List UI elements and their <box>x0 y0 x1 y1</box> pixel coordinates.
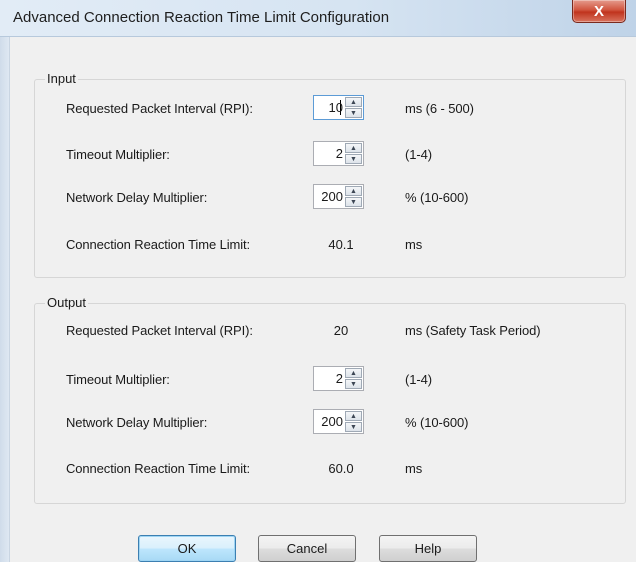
spin-up-icon[interactable]: ▲ <box>345 143 362 153</box>
output-timeout-value[interactable]: 2 <box>336 371 343 386</box>
output-rpi-label: Requested Packet Interval (RPI): <box>66 323 253 338</box>
window-frame-left <box>0 37 9 562</box>
input-crtl-label: Connection Reaction Time Limit: <box>66 237 251 252</box>
input-delay-value[interactable]: 200 <box>321 189 343 204</box>
input-crtl-value: 40.1 <box>328 237 354 252</box>
output-crtl-label: Connection Reaction Time Limit: <box>66 461 251 476</box>
output-delay-range: % (10-600) <box>405 415 469 430</box>
title-bar: Advanced Connection Reaction Time Limit … <box>0 0 636 37</box>
input-rpi-value[interactable]: 10 <box>329 100 343 115</box>
output-crtl-unit: ms <box>405 461 423 476</box>
input-rpi-unit: ms (6 - 500) <box>405 101 474 116</box>
close-button[interactable]: X <box>572 0 626 23</box>
input-delay-label: Network Delay Multiplier: <box>66 190 208 205</box>
input-timeout-spinbox[interactable]: 2 ▲ ▼ <box>313 141 364 166</box>
output-group-label: Output <box>45 295 89 310</box>
ok-button[interactable]: OK <box>138 535 236 562</box>
close-icon: X <box>593 2 604 20</box>
input-timeout-label: Timeout Multiplier: <box>66 147 170 162</box>
spin-down-icon[interactable]: ▼ <box>345 154 362 164</box>
output-rpi-unit: ms (Safety Task Period) <box>405 323 541 338</box>
output-delay-label: Network Delay Multiplier: <box>66 415 208 430</box>
spin-up-icon[interactable]: ▲ <box>345 368 362 378</box>
input-rpi-label: Requested Packet Interval (RPI): <box>66 101 253 116</box>
input-timeout-value[interactable]: 2 <box>336 146 343 161</box>
output-timeout-range: (1-4) <box>405 372 432 387</box>
spin-down-icon[interactable]: ▼ <box>345 197 362 207</box>
input-group: Input Requested Packet Interval (RPI): 1… <box>34 71 626 278</box>
input-group-label: Input <box>45 71 78 86</box>
output-timeout-spinbox[interactable]: 2 ▲ ▼ <box>313 366 364 391</box>
cancel-button[interactable]: Cancel <box>258 535 356 562</box>
input-crtl-unit: ms <box>405 237 423 252</box>
spin-up-icon[interactable]: ▲ <box>345 97 362 107</box>
output-delay-spinbox[interactable]: 200 ▲ ▼ <box>313 409 364 434</box>
spin-up-icon[interactable]: ▲ <box>345 411 362 421</box>
help-button[interactable]: Help <box>379 535 477 562</box>
spin-down-icon[interactable]: ▼ <box>345 422 362 432</box>
input-delay-range: % (10-600) <box>405 190 469 205</box>
output-crtl-value: 60.0 <box>328 461 354 476</box>
output-delay-value[interactable]: 200 <box>321 414 343 429</box>
input-rpi-spinbox[interactable]: 10 ▲ ▼ <box>313 95 364 120</box>
spin-down-icon[interactable]: ▼ <box>345 379 362 389</box>
output-group: Output Requested Packet Interval (RPI): … <box>34 295 626 504</box>
input-delay-spinbox[interactable]: 200 ▲ ▼ <box>313 184 364 209</box>
input-timeout-range: (1-4) <box>405 147 432 162</box>
output-timeout-label: Timeout Multiplier: <box>66 372 170 387</box>
spin-up-icon[interactable]: ▲ <box>345 186 362 196</box>
window-title: Advanced Connection Reaction Time Limit … <box>13 9 390 26</box>
output-rpi-value: 20 <box>333 323 349 338</box>
spin-down-icon[interactable]: ▼ <box>345 108 362 118</box>
